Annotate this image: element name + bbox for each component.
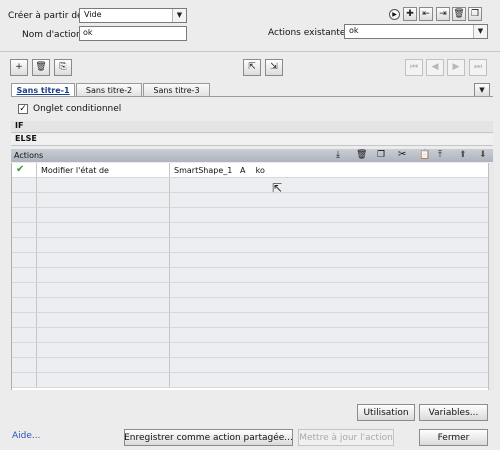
tab-underline bbox=[11, 96, 493, 97]
expand-icon[interactable]: ⇲ bbox=[265, 59, 283, 76]
cursor-icon: ⇱ bbox=[272, 181, 283, 195]
close-button[interactable]: Fermer bbox=[419, 429, 488, 446]
insert-row-icon[interactable]: ⤓ bbox=[336, 150, 340, 160]
table-row[interactable] bbox=[12, 253, 488, 268]
delete-icon[interactable]: 🗑 bbox=[452, 7, 466, 21]
play-icon[interactable]: ▶ bbox=[389, 9, 400, 20]
help-link[interactable]: Aide... bbox=[12, 431, 41, 441]
conditional-label: Onglet conditionnel bbox=[33, 104, 122, 114]
if-label: IF bbox=[15, 121, 24, 130]
table-row[interactable] bbox=[12, 328, 488, 343]
save-shared-button[interactable]: Enregistrer comme action partagée... bbox=[124, 429, 293, 446]
first-icon[interactable]: ⏮ bbox=[405, 59, 423, 76]
import-icon[interactable]: ⇤ bbox=[419, 7, 433, 21]
table-row[interactable] bbox=[12, 283, 488, 298]
table-row[interactable] bbox=[12, 343, 488, 358]
table-row[interactable] bbox=[12, 208, 488, 223]
table-row[interactable] bbox=[12, 268, 488, 283]
if-section[interactable]: IF bbox=[11, 121, 493, 133]
table-scrollbar[interactable] bbox=[488, 163, 494, 390]
existing-actions-value: ok bbox=[349, 26, 359, 35]
else-label: ELSE bbox=[15, 134, 37, 143]
variables-button[interactable]: Variables... bbox=[419, 404, 488, 421]
insert-above-icon[interactable]: ⤒ bbox=[438, 150, 442, 160]
status-check-icon: ✔ bbox=[12, 163, 37, 177]
previous-icon[interactable]: ◀ bbox=[426, 59, 444, 76]
actions-label: Actions bbox=[14, 151, 44, 160]
table-row[interactable] bbox=[12, 238, 488, 253]
table-row[interactable] bbox=[12, 298, 488, 313]
table-row[interactable] bbox=[12, 358, 488, 373]
existing-actions-label: Actions existantes: bbox=[268, 28, 354, 38]
table-row[interactable]: ✔ Modifier l'état de SmartShape_1 A ko bbox=[12, 163, 488, 178]
copy-icon[interactable]: ❐ bbox=[377, 150, 385, 160]
delete-row-icon[interactable]: 🗑 bbox=[356, 150, 367, 160]
action-cell[interactable]: Modifier l'état de bbox=[37, 163, 170, 177]
next-icon[interactable]: ▶ bbox=[447, 59, 465, 76]
add-action-icon[interactable]: ✚ bbox=[403, 7, 417, 21]
actions-table: ✔ Modifier l'état de SmartShape_1 A ko bbox=[11, 163, 488, 390]
target-cell[interactable]: SmartShape_1 A ko bbox=[170, 163, 488, 177]
action-name-field[interactable]: ok bbox=[79, 26, 187, 41]
existing-actions-select[interactable]: ok ▼ bbox=[344, 24, 488, 39]
table-row[interactable] bbox=[12, 178, 488, 193]
move-up-icon[interactable]: ⬆ bbox=[459, 150, 467, 160]
usage-button[interactable]: Utilisation bbox=[357, 404, 415, 421]
add-tab-icon[interactable]: + bbox=[10, 59, 28, 76]
tab-sans-titre-2[interactable]: Sans titre-2 bbox=[76, 83, 142, 97]
paste-icon[interactable]: 📋 bbox=[419, 150, 430, 160]
action-name-label: Nom d'action: bbox=[22, 30, 85, 40]
table-row[interactable] bbox=[12, 223, 488, 238]
duplicate-icon[interactable]: ❐ bbox=[468, 7, 482, 21]
else-section[interactable]: ELSE bbox=[11, 134, 493, 146]
table-row[interactable] bbox=[12, 373, 488, 388]
divider bbox=[0, 51, 500, 52]
chevron-down-icon[interactable]: ▼ bbox=[474, 83, 490, 97]
tab-sans-titre-1[interactable]: Sans titre-1 bbox=[11, 83, 75, 97]
create-from-label: Créer à partir de: bbox=[8, 11, 86, 21]
cut-icon[interactable]: ✂ bbox=[398, 149, 406, 160]
table-row[interactable] bbox=[12, 193, 488, 208]
create-from-select[interactable]: Vide ▼ bbox=[79, 8, 187, 23]
copy-tab-icon[interactable]: ⎘ bbox=[54, 59, 72, 76]
last-icon[interactable]: ⏭ bbox=[469, 59, 487, 76]
collapse-icon[interactable]: ⇱ bbox=[243, 59, 261, 76]
chevron-down-icon[interactable]: ▼ bbox=[172, 9, 186, 22]
chevron-down-icon[interactable]: ▼ bbox=[473, 25, 487, 38]
move-down-icon[interactable]: ⬇ bbox=[479, 150, 487, 160]
actions-header: Actions ⤓ 🗑 ❐ ✂ 📋 ⤒ ⬆ ⬇ bbox=[11, 149, 493, 162]
export-icon[interactable]: ⇥ bbox=[436, 7, 450, 21]
conditional-checkbox[interactable]: ✓ bbox=[18, 104, 28, 114]
table-row[interactable] bbox=[12, 313, 488, 328]
update-action-button[interactable]: Mettre à jour l'action bbox=[298, 429, 394, 446]
tab-sans-titre-3[interactable]: Sans titre-3 bbox=[143, 83, 210, 97]
create-from-value: Vide bbox=[84, 10, 102, 19]
trash-icon[interactable]: 🗑 bbox=[32, 59, 50, 76]
